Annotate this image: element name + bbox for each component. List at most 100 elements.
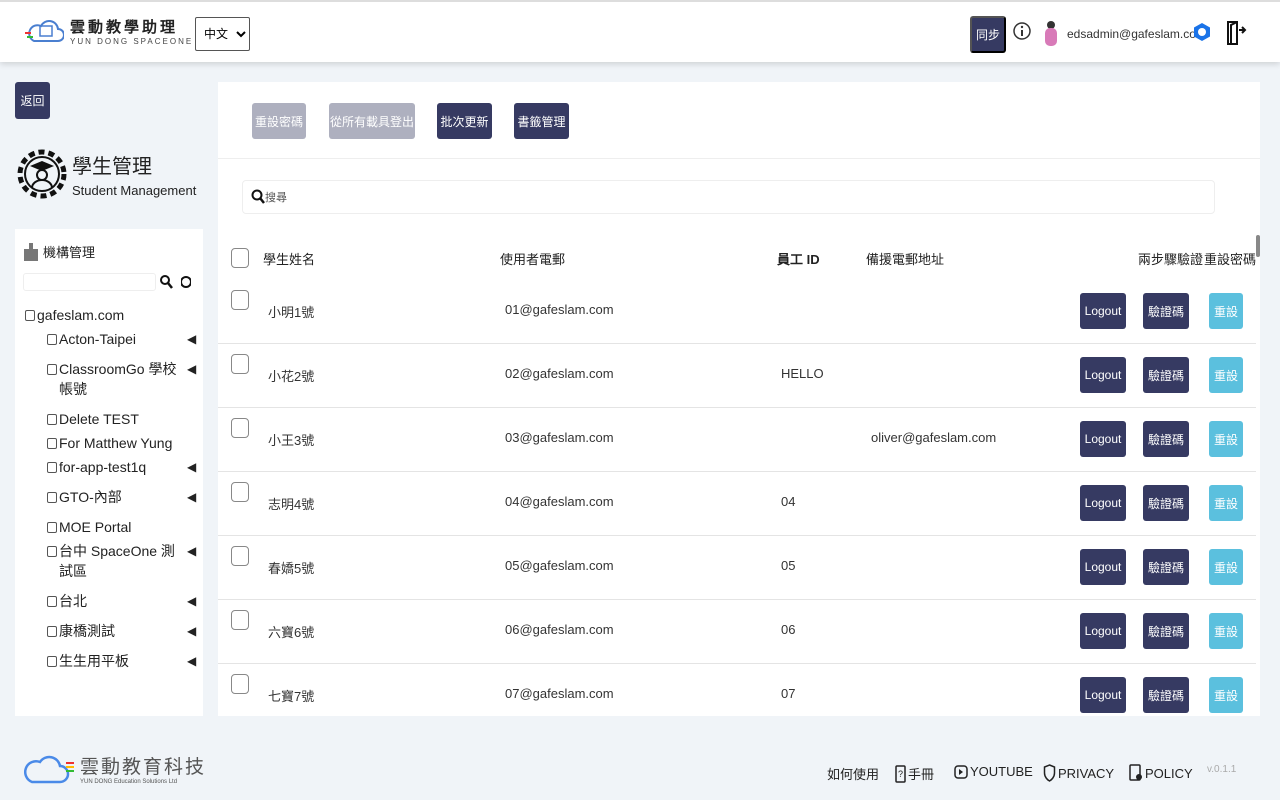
verification-code-button[interactable]: 驗證碼 <box>1143 421 1189 457</box>
table-row: 小花2號 02@gafeslam.com HELLO Logout 驗證碼 重設 <box>218 344 1256 408</box>
student-name: 六寶6號 <box>268 625 315 640</box>
how-to-link[interactable]: 如何使用 <box>827 764 879 783</box>
row-checkbox[interactable] <box>231 546 249 566</box>
verification-code-button[interactable]: 驗證碼 <box>1143 677 1189 713</box>
reset-button[interactable]: 重設 <box>1209 613 1243 649</box>
back-button[interactable]: 返回 <box>15 82 50 119</box>
checkbox[interactable] <box>47 462 57 473</box>
tree-item[interactable]: Acton-Taipei ◀ <box>25 329 200 349</box>
student-email: 06@gafeslam.com <box>505 622 614 637</box>
tree-root[interactable]: gafeslam.com <box>25 305 200 325</box>
checkbox[interactable] <box>25 310 35 321</box>
tree-item[interactable]: 台中 SpaceOne 測試區 ◀ <box>25 541 200 581</box>
reset-button[interactable]: 重設 <box>1209 677 1243 713</box>
youtube-link[interactable]: YOUTUBE <box>954 764 1033 779</box>
settings-hexagon-icon[interactable] <box>1192 22 1212 42</box>
logout-button[interactable]: Logout <box>1080 485 1126 521</box>
expand-arrow-icon[interactable]: ◀ <box>187 359 196 379</box>
main-panel: 重設密碼 從所有載具登出 批次更新 書籤管理 搜尋 學生姓名 使用者電郵 員工 … <box>218 82 1260 716</box>
scrollbar[interactable] <box>1256 235 1260 257</box>
row-checkbox[interactable] <box>231 418 249 438</box>
checkbox[interactable] <box>47 546 57 557</box>
tree-item-label: 康橋測試 <box>59 623 115 639</box>
row-checkbox[interactable] <box>231 482 249 502</box>
checkbox[interactable] <box>47 414 57 425</box>
checkbox[interactable] <box>47 364 57 375</box>
reset-button[interactable]: 重設 <box>1209 549 1243 585</box>
verification-code-button[interactable]: 驗證碼 <box>1143 613 1189 649</box>
verification-code-button[interactable]: 驗證碼 <box>1143 549 1189 585</box>
student-gear-icon <box>17 149 67 199</box>
checkbox[interactable] <box>47 492 57 503</box>
reset-button[interactable]: 重設 <box>1209 293 1243 329</box>
expand-arrow-icon[interactable]: ◀ <box>187 621 196 641</box>
logout-button[interactable]: Logout <box>1080 293 1126 329</box>
reset-password-button[interactable]: 重設密碼 <box>252 103 306 139</box>
expand-arrow-icon[interactable]: ◀ <box>187 487 196 507</box>
logout-button[interactable]: Logout <box>1080 357 1126 393</box>
search-icon[interactable] <box>160 275 173 289</box>
info-icon[interactable] <box>1013 22 1031 40</box>
tree-item[interactable]: 生生用平板 ◀ <box>25 651 200 671</box>
student-email: 03@gafeslam.com <box>505 430 614 445</box>
bookmark-manage-button[interactable]: 書籤管理 <box>514 103 569 139</box>
avatar[interactable] <box>1042 19 1060 49</box>
tree-item[interactable]: MOE Portal <box>25 517 200 537</box>
checkbox[interactable] <box>47 334 57 345</box>
checkbox[interactable] <box>47 626 57 637</box>
batch-update-button[interactable]: 批次更新 <box>437 103 492 139</box>
tree-item-label: 生生用平板 <box>59 653 129 669</box>
checkbox[interactable] <box>47 438 57 449</box>
cloud-logo-icon <box>24 755 74 784</box>
tree-item[interactable]: GTO-內部 ◀ <box>25 487 200 507</box>
row-checkbox[interactable] <box>231 610 249 630</box>
reset-button[interactable]: 重設 <box>1209 485 1243 521</box>
expand-arrow-icon[interactable]: ◀ <box>187 457 196 477</box>
language-select[interactable]: 中文 <box>195 17 250 51</box>
expand-arrow-icon[interactable]: ◀ <box>187 651 196 671</box>
app-logo[interactable]: 雲動教學助理 YUN DONG SPACEONE <box>24 16 193 46</box>
verification-code-button[interactable]: 驗證碼 <box>1143 293 1189 329</box>
tree-item[interactable]: for-app-test1q ◀ <box>25 457 200 477</box>
tree-item[interactable]: Delete TEST <box>25 409 200 429</box>
footer-brand-cn: 雲動教育科技 <box>80 756 207 778</box>
row-checkbox[interactable] <box>231 290 249 310</box>
student-email: 01@gafeslam.com <box>505 302 614 317</box>
row-checkbox[interactable] <box>231 674 249 694</box>
version-label: v.0.1.1 <box>1207 764 1237 775</box>
logout-button[interactable]: Logout <box>1080 549 1126 585</box>
row-checkbox[interactable] <box>231 354 249 374</box>
privacy-link[interactable]: PRIVACY <box>1043 764 1114 782</box>
user-email: edsadmin@gafeslam.com <box>1067 27 1206 41</box>
refresh-icon[interactable] <box>181 275 191 289</box>
checkbox[interactable] <box>47 596 57 607</box>
tree-item[interactable]: ClassroomGo 學校帳號 ◀ <box>25 359 200 399</box>
tree-item[interactable]: For Matthew Yung <box>25 433 200 453</box>
logout-all-devices-button[interactable]: 從所有載具登出 <box>329 103 415 139</box>
reset-button[interactable]: 重設 <box>1209 357 1243 393</box>
column-header-2fa: 兩步驟驗證 <box>1138 252 1204 267</box>
reset-button[interactable]: 重設 <box>1209 421 1243 457</box>
tree-item[interactable]: 台北 ◀ <box>25 591 200 611</box>
policy-link[interactable]: POLICY <box>1129 764 1193 782</box>
logout-button[interactable]: Logout <box>1080 613 1126 649</box>
student-name: 小王3號 <box>268 433 315 448</box>
table-row: 小明1號 01@gafeslam.com Logout 驗證碼 重設 <box>218 280 1256 344</box>
tree-item[interactable]: 康橋測試 ◀ <box>25 621 200 641</box>
logout-icon[interactable] <box>1225 20 1247 46</box>
checkbox[interactable] <box>47 656 57 667</box>
sync-button[interactable]: 同步 <box>970 16 1006 53</box>
verification-code-button[interactable]: 驗證碼 <box>1143 357 1189 393</box>
student-search-input[interactable]: 搜尋 <box>242 180 1215 214</box>
checkbox[interactable] <box>47 522 57 533</box>
select-all-checkbox[interactable] <box>231 248 249 268</box>
expand-arrow-icon[interactable]: ◀ <box>187 541 196 561</box>
tree-item-label: for-app-test1q <box>59 459 147 475</box>
logout-button[interactable]: Logout <box>1080 421 1126 457</box>
expand-arrow-icon[interactable]: ◀ <box>187 591 196 611</box>
logout-button[interactable]: Logout <box>1080 677 1126 713</box>
expand-arrow-icon[interactable]: ◀ <box>187 329 196 349</box>
verification-code-button[interactable]: 驗證碼 <box>1143 485 1189 521</box>
manual-link[interactable]: ? 手冊 <box>895 764 934 783</box>
org-search-input[interactable] <box>23 273 156 291</box>
